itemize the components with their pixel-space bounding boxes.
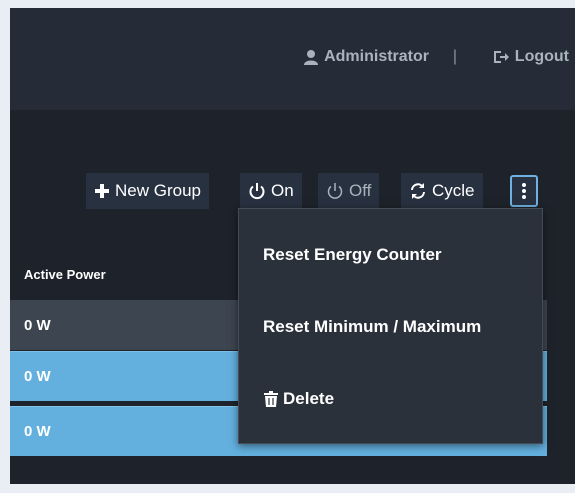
reset-min-max-item[interactable]: Reset Minimum / Maximum: [263, 317, 481, 337]
kebab-menu-icon: [521, 182, 527, 200]
power-icon: [248, 182, 266, 200]
logout-button[interactable]: Logout: [492, 48, 569, 66]
user-menu[interactable]: Administrator: [303, 48, 429, 66]
cycle-label: Cycle: [432, 181, 475, 200]
plus-icon: [94, 183, 110, 199]
new-group-label: New Group: [115, 181, 201, 200]
off-label: Off: [349, 181, 372, 200]
menu-item-label: Reset Minimum / Maximum: [263, 317, 482, 336]
menu-item-label: Delete: [283, 389, 335, 408]
active-power-cell: 0 W: [24, 316, 51, 334]
power-off-button[interactable]: Off: [318, 173, 380, 209]
power-on-button[interactable]: On: [240, 173, 302, 209]
delete-item[interactable]: Delete: [263, 389, 334, 409]
active-power-cell: 0 W: [24, 423, 51, 440]
power-off-icon: [326, 182, 344, 200]
menu-item-label: Reset Energy Counter: [263, 245, 442, 264]
refresh-icon: [409, 182, 427, 200]
app-frame: Administrator | Logout New Group On Off …: [10, 8, 575, 484]
more-actions-button[interactable]: [510, 175, 538, 207]
cycle-button[interactable]: Cycle: [401, 173, 483, 209]
header-separator: |: [452, 48, 457, 65]
top-bar: Administrator | Logout: [10, 8, 575, 110]
logout-icon: [492, 49, 510, 65]
user-icon: [303, 49, 319, 65]
active-power-cell: 0 W: [24, 368, 51, 385]
reset-energy-counter-item[interactable]: Reset Energy Counter: [263, 245, 442, 265]
on-label: On: [271, 181, 294, 200]
actions-dropdown-menu: Reset Energy Counter Reset Minimum / Max…: [238, 208, 543, 444]
trash-icon: [263, 390, 279, 408]
column-header-active-power: Active Power: [24, 267, 106, 282]
user-label: Administrator: [324, 48, 429, 65]
logout-label: Logout: [514, 48, 569, 65]
new-group-button[interactable]: New Group: [86, 173, 209, 209]
